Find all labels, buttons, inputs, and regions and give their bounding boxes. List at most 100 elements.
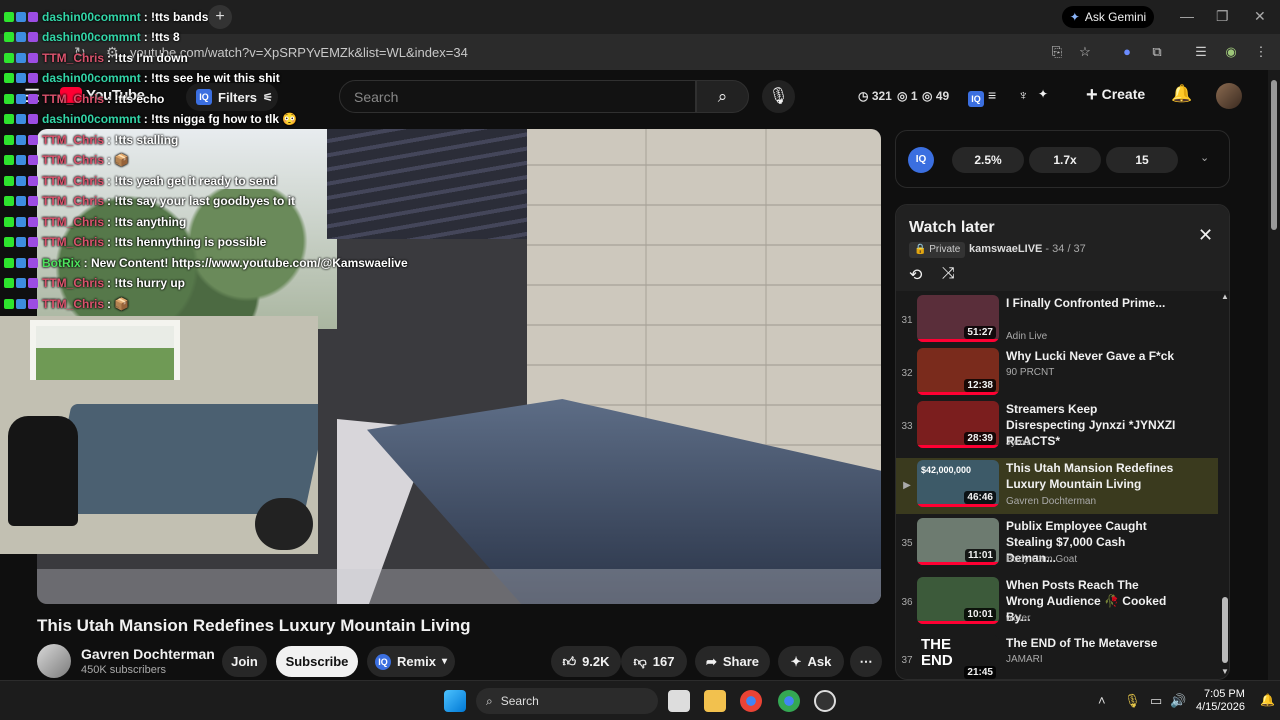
volume-icon[interactable]: 🔊 (1170, 693, 1186, 709)
bookmark-star-icon[interactable]: ☆ (1076, 43, 1094, 61)
profile-icon[interactable]: ◉ (1222, 43, 1240, 61)
account-avatar[interactable] (1216, 83, 1242, 109)
extensions-puzzle-icon[interactable]: ⧉ (1148, 43, 1166, 61)
iq-value-1[interactable]: 2.5% (952, 147, 1024, 173)
playlist-item-title[interactable]: This Utah Mansion Redefines Luxury Mount… (1006, 460, 1176, 492)
shuffle-icon[interactable]: ⤨ (942, 265, 955, 283)
network-icon[interactable]: ▭ (1150, 693, 1162, 709)
obs-icon[interactable] (814, 690, 836, 712)
playlist-item-thumbnail[interactable]: 51:27 (917, 295, 999, 342)
share-button[interactable]: ➦ Share (695, 646, 770, 677)
playlist-item-thumbnail[interactable]: $42,000,000 46:46 (917, 460, 999, 507)
clock-time: 7:05 PM (1203, 688, 1245, 700)
playlist-item-thumbnail[interactable]: 12:38 (917, 348, 999, 395)
list-icon[interactable]: ≡ (988, 87, 996, 103)
search-input[interactable]: Search (339, 80, 696, 113)
playlist-item-thumbnail[interactable]: 28:39 (917, 401, 999, 448)
notifications-bell-icon[interactable]: 🔔 (1171, 84, 1192, 104)
scroll-up-icon[interactable]: ▲ (1221, 292, 1229, 301)
file-explorer-icon[interactable] (704, 690, 726, 712)
playlist-item[interactable]: 36 10:01 When Posts Reach The Wrong Audien… (896, 575, 1218, 631)
dislike-button[interactable]: 👎︎ 167 (621, 646, 687, 677)
new-tab-button[interactable]: + (208, 5, 232, 29)
chrome-profile-icon[interactable] (778, 690, 800, 712)
page-scrollbar-thumb[interactable] (1271, 80, 1277, 230)
back-icon[interactable]: ← (14, 44, 28, 60)
iq-value-3[interactable]: 15 (1106, 147, 1178, 173)
install-icon[interactable]: ⎘ (1048, 43, 1066, 61)
panel-scrollbar-thumb[interactable] (1222, 597, 1228, 663)
playlist-item-title[interactable]: The END of The Metaverse (1006, 635, 1176, 651)
playlist-item[interactable]: 31 51:27 I Finally Confronted Prime... Adin… (896, 293, 1218, 349)
voice-search-button[interactable]: 🎙 (762, 80, 795, 113)
reading-list-icon[interactable]: ☰ (1192, 43, 1210, 61)
store-icon[interactable] (668, 690, 690, 712)
playlist-item-title[interactable]: When Posts Reach The Wrong Audience 🥀 Co… (1006, 577, 1176, 625)
site-info-icon[interactable]: ⚙ (106, 44, 119, 61)
chevron-down-icon[interactable]: ⌄ (1200, 151, 1209, 164)
create-button[interactable]: + Create (1086, 84, 1145, 107)
watched-progress-bar (917, 339, 999, 342)
search-button[interactable]: ⌕ (696, 80, 749, 113)
panel-scrollbar[interactable]: ▲ ▼ (1219, 291, 1229, 679)
channel-avatar[interactable] (37, 644, 71, 678)
taskbar-search[interactable]: ⌕ Search (476, 688, 658, 714)
microphone-tray-icon[interactable]: 🎙 (1124, 693, 1141, 709)
sparkle-icon[interactable]: ✦ (1038, 87, 1048, 101)
url-field[interactable]: youtube.com/watch?v=XpSRPYvEMZk&list=WL&… (130, 45, 468, 60)
youtube-logo-icon[interactable] (60, 87, 82, 103)
subscribe-button[interactable]: Subscribe (276, 646, 358, 677)
playlist-item-thumbnail[interactable]: 11:01 (917, 518, 999, 565)
scroll-down-icon[interactable]: ▼ (1221, 667, 1229, 676)
forward-icon[interactable]: → (44, 44, 58, 60)
more-actions-button[interactable]: ⋯ (850, 646, 882, 677)
channel-name[interactable]: Gavren Dochterman (81, 646, 215, 662)
ask-button[interactable]: ✦ Ask (778, 646, 844, 677)
notifications-icon[interactable]: 🔔 (1260, 693, 1275, 707)
playlist-item-title[interactable]: I Finally Confronted Prime... (1006, 295, 1176, 311)
playlist-title[interactable]: Watch later (909, 219, 995, 237)
iq-value-2[interactable]: 1.7x (1029, 147, 1101, 173)
playlist-item[interactable]: 37 THE END 21:45 The END of The Metaverse JA… (896, 633, 1218, 679)
chat-badges (4, 278, 38, 288)
browser-tab-bar: + ✦ Ask Gemini — ❐ ✕ (0, 0, 1280, 34)
start-icon[interactable] (444, 690, 466, 712)
maximize-icon[interactable]: ❐ (1216, 8, 1229, 25)
close-window-icon[interactable]: ✕ (1254, 8, 1266, 25)
extension-icon[interactable]: ● (1118, 43, 1136, 61)
chevron-down-icon: ▾ (442, 656, 448, 667)
stat-views: ◎ 49 (922, 89, 949, 103)
chrome-icon[interactable] (740, 690, 762, 712)
iq-badge-icon[interactable]: IQ (908, 147, 934, 173)
gemini-icon: ✦ (1069, 10, 1080, 24)
youtube-logo-text[interactable]: YouTube (86, 87, 145, 104)
playlist-item[interactable]: 33 28:39 Streamers Keep Disrespecting Jynx… (896, 399, 1218, 455)
playlist-item-thumbnail[interactable]: 10:01 (917, 577, 999, 624)
trophy-icon[interactable]: ♆ (1018, 87, 1029, 103)
playlist-item[interactable]: ▶ $42,000,000 46:46 This Utah Mansion Redef… (896, 458, 1218, 514)
join-label: Join (231, 654, 258, 669)
minimize-icon[interactable]: — (1180, 8, 1194, 24)
playlist-item[interactable]: 35 11:01 Publix Employee Caught Stealing $… (896, 516, 1218, 572)
playlist-item[interactable]: 32 12:38 Why Lucki Never Gave a F*ck 90 PRC… (896, 346, 1218, 402)
close-icon[interactable]: ✕ (1198, 225, 1213, 246)
remix-button[interactable]: IQ Remix ▾ (367, 646, 455, 677)
browser-menu-icon[interactable]: ⋮ (1252, 43, 1270, 61)
tray-chevron-icon[interactable]: ˄ (1098, 693, 1106, 708)
filters-button[interactable]: IQ Filters ⚟ (186, 83, 278, 111)
join-button[interactable]: Join (222, 646, 267, 677)
like-button[interactable]: 👍︎ 9.2K (551, 646, 621, 677)
playlist-owner: kamswaeLIVE - 34 / 37 (969, 243, 1086, 255)
playlist-item-thumbnail[interactable]: THE END 21:45 (917, 635, 999, 679)
loop-icon[interactable]: ⟲ (909, 265, 922, 285)
reload-icon[interactable]: ↻ (74, 44, 86, 61)
page-scrollbar[interactable] (1268, 70, 1280, 680)
system-clock[interactable]: 7:05 PM 4/15/2026 (1196, 688, 1245, 714)
playlist-item-title[interactable]: Why Lucki Never Gave a F*ck (1006, 348, 1176, 364)
playlist-item-channel: Body Cam Goat (1006, 554, 1078, 565)
owner-name[interactable]: kamswaeLIVE (969, 243, 1042, 255)
iq-icon[interactable]: IQ (968, 89, 984, 107)
ask-gemini-button[interactable]: ✦ Ask Gemini (1062, 6, 1154, 28)
sparkle-icon: ✦ (790, 653, 802, 669)
hamburger-menu-icon[interactable]: ☰ (24, 86, 40, 107)
